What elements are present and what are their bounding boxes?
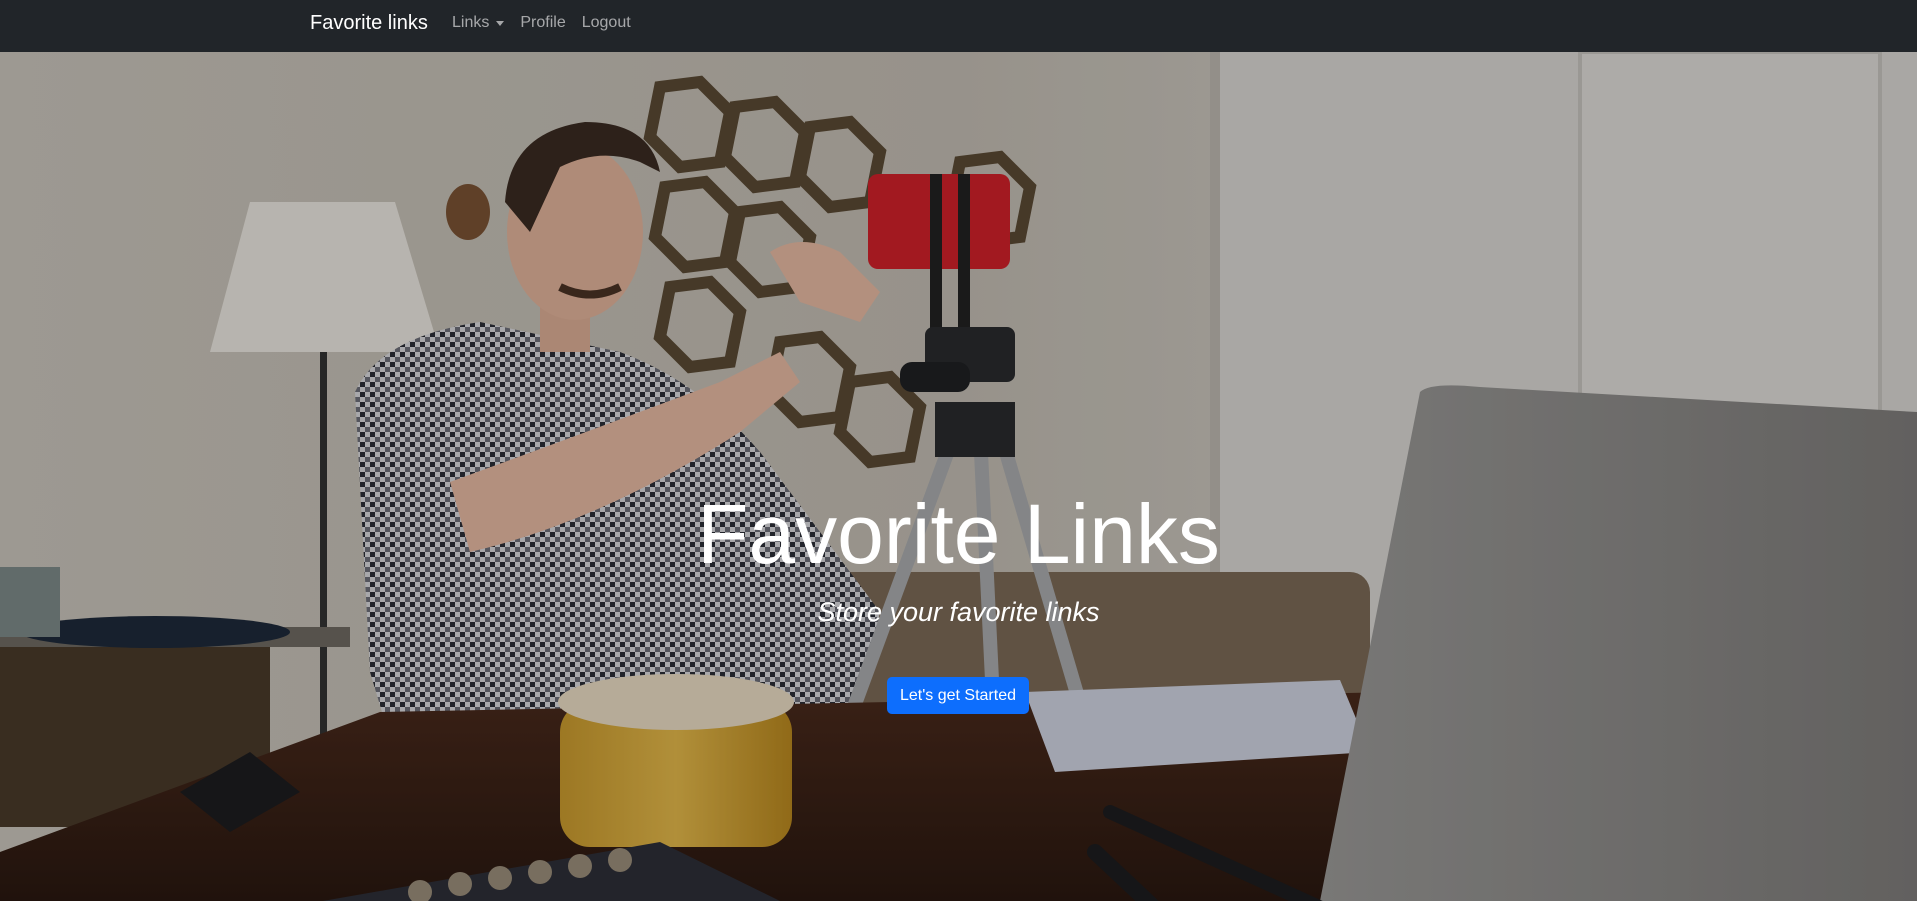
hero-subtitle: Store your favorite links xyxy=(817,597,1100,627)
chevron-down-icon xyxy=(496,21,505,26)
hero-section: Favorite Links Store your favorite links… xyxy=(0,52,1917,901)
nav-item-links[interactable]: Links xyxy=(452,14,505,32)
hero-content: Favorite Links Store your favorite links… xyxy=(0,52,1917,901)
hero-title: Favorite Links xyxy=(697,487,1220,581)
get-started-button[interactable]: Let's get Started xyxy=(887,677,1029,714)
nav-item-links-label: Links xyxy=(452,14,490,31)
nav-item-logout[interactable]: Logout xyxy=(582,14,631,32)
nav-item-profile[interactable]: Profile xyxy=(520,14,565,32)
top-navbar: Favorite links Links Profile Logout xyxy=(0,0,1917,52)
nav-menu: Links Profile Logout xyxy=(452,14,647,32)
brand-link[interactable]: Favorite links xyxy=(310,12,428,35)
